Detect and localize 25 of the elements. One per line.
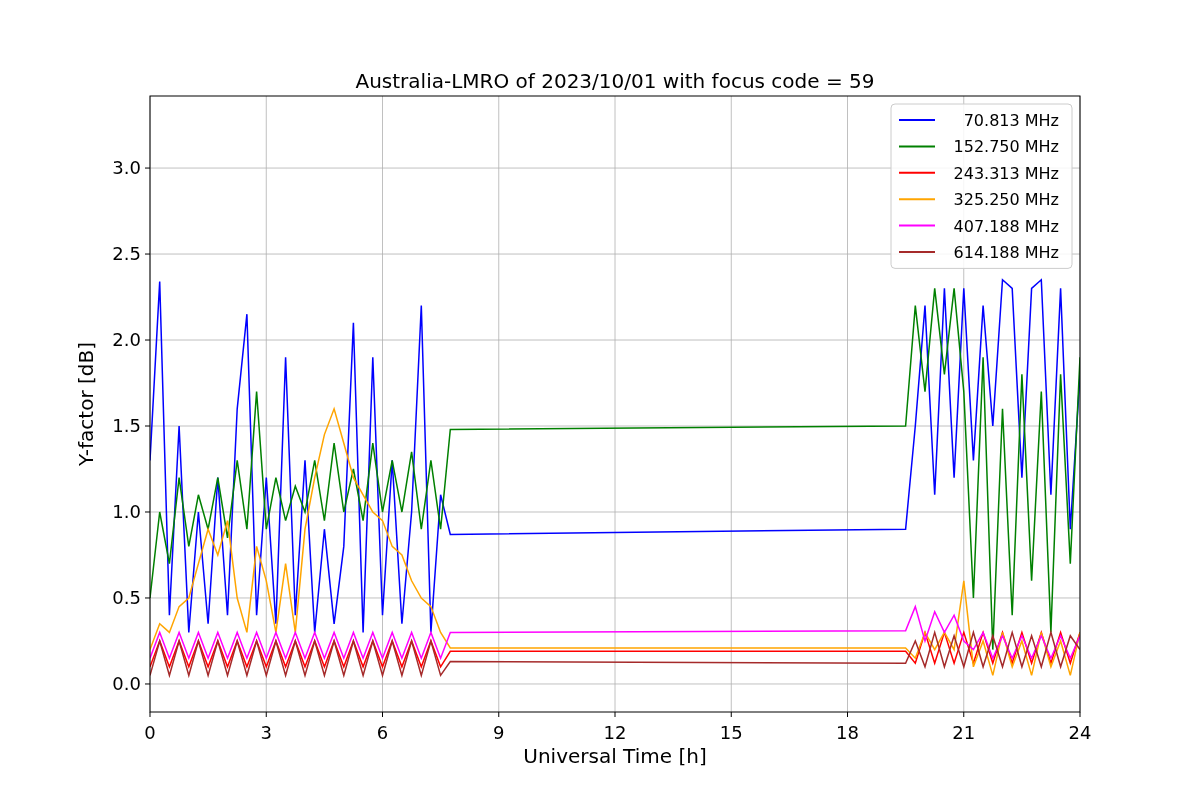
tick-label: 1.0 [112, 501, 141, 522]
chart-title: Australia-LMRO of 2023/10/01 with focus code = 59 [355, 69, 875, 93]
legend-label: 243.313 MHz [953, 163, 1059, 183]
tick-label: 9 [493, 722, 505, 743]
x-axis-label: Universal Time [h] [523, 744, 707, 768]
tick-label: 3 [260, 722, 272, 743]
tick-label: 0.0 [112, 672, 141, 694]
legend-label: 70.813 MHz [963, 111, 1059, 130]
legend-label: 407.188 MHz [953, 216, 1059, 236]
tick-label: 2.5 [112, 243, 141, 265]
tick-label: 21 [952, 722, 976, 743]
legend-label: 614.188 MHz [953, 243, 1059, 262]
tick-label: 24 [1068, 722, 1092, 743]
tick-label: 12 [603, 722, 627, 743]
tick-label: 3.0 [112, 157, 141, 179]
legend-label: 325.250 MHz [953, 190, 1059, 210]
tick-label: 18 [836, 722, 859, 743]
legend-label: 152.750 MHz [953, 137, 1059, 157]
tick-label: 0.5 [112, 587, 141, 608]
tick-label: 2.0 [112, 329, 141, 351]
tick-label: 0 [144, 722, 156, 743]
tick-label: 6 [376, 722, 389, 743]
y-axis-label: Y-factor [dB] [74, 342, 98, 466]
tick-label: 15 [719, 722, 743, 743]
tick-label: 1.5 [112, 415, 141, 436]
